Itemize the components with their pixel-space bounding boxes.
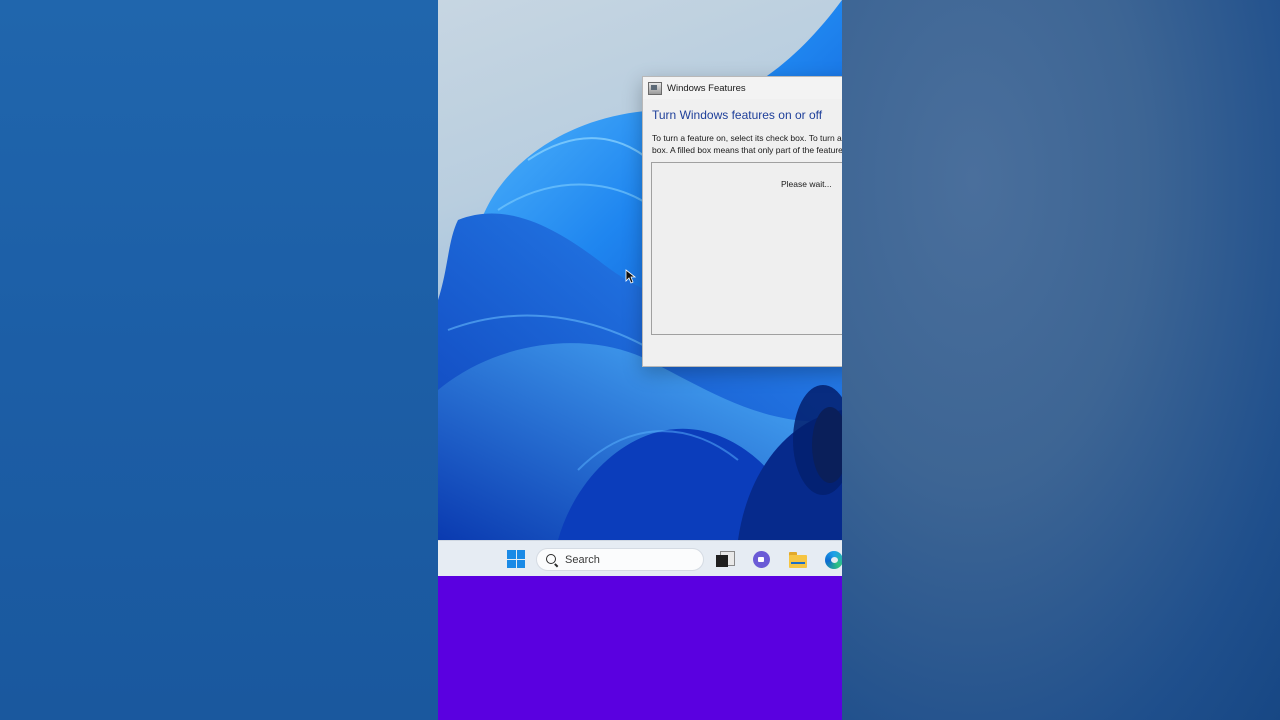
dialog-title: Windows Features bbox=[667, 82, 746, 94]
purple-band bbox=[438, 576, 842, 720]
description-line-2: box. A filled box means that only part o… bbox=[652, 145, 842, 155]
taskbar: Search bbox=[438, 540, 842, 577]
dialog-description: To turn a feature on, select its check b… bbox=[652, 132, 842, 156]
search-label: Search bbox=[565, 554, 600, 566]
description-line-1: To turn a feature on, select its check b… bbox=[652, 133, 842, 143]
windows-features-dialog[interactable]: Windows Features Turn Windows features o… bbox=[642, 76, 842, 367]
loading-status: Please wait... bbox=[781, 179, 832, 189]
backdrop-right-panel bbox=[842, 0, 1280, 720]
task-view-icon[interactable] bbox=[716, 551, 735, 568]
dialog-titlebar[interactable]: Windows Features bbox=[643, 77, 842, 99]
mouse-cursor-icon bbox=[625, 269, 637, 284]
edge-icon[interactable] bbox=[825, 551, 842, 569]
phone-screen: Windows Features Turn Windows features o… bbox=[438, 0, 842, 720]
taskbar-search-box[interactable]: Search bbox=[536, 548, 704, 571]
features-tree-view[interactable]: Please wait... bbox=[651, 162, 842, 335]
chat-icon[interactable] bbox=[753, 551, 770, 568]
dialog-heading: Turn Windows features on or off bbox=[652, 108, 823, 122]
backdrop-left-panel bbox=[0, 0, 438, 720]
windows-features-icon bbox=[648, 81, 662, 95]
start-icon[interactable] bbox=[507, 550, 525, 568]
file-explorer-icon[interactable] bbox=[789, 551, 807, 568]
search-icon bbox=[546, 554, 556, 564]
